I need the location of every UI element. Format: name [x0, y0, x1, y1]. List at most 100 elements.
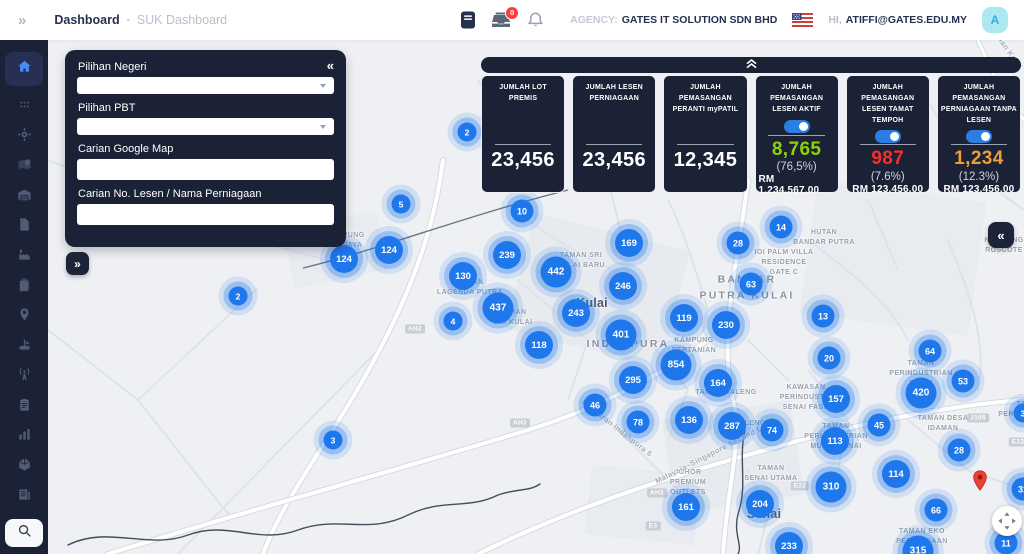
- stat-card-title: JUMLAH LOT PREMIS: [485, 83, 561, 105]
- filter-input-2[interactable]: [77, 159, 334, 180]
- avatar[interactable]: A: [982, 7, 1008, 33]
- search-icon: [17, 523, 32, 543]
- inbox-icon[interactable]: 0: [491, 12, 511, 29]
- sidebar-search-button[interactable]: [5, 519, 43, 547]
- map-cluster[interactable]: 46: [584, 394, 607, 417]
- sidebar-item-file[interactable]: [5, 212, 43, 242]
- left-sidebar: [0, 40, 48, 554]
- map-cluster[interactable]: 204: [746, 490, 774, 518]
- map-cluster[interactable]: 4: [444, 312, 463, 331]
- sidebar-item-grid-dots[interactable]: [5, 92, 43, 122]
- map-cluster[interactable]: 63: [740, 273, 763, 296]
- map-cluster[interactable]: 66: [925, 499, 948, 522]
- sidebar-item-map-pin[interactable]: [5, 302, 43, 332]
- map-cluster[interactable]: 3: [324, 431, 343, 450]
- sidebar-item-industry[interactable]: [5, 242, 43, 272]
- sidebar-expand-icon[interactable]: »: [18, 12, 24, 29]
- filter-expand-button[interactable]: »: [66, 252, 89, 275]
- sidebar-item-ship[interactable]: [5, 332, 43, 362]
- filter-select-1[interactable]: [77, 118, 334, 135]
- map-cluster[interactable]: 442: [541, 257, 572, 288]
- stat-card-value: 23,456: [491, 149, 555, 171]
- sidebar-item-file-copy[interactable]: [5, 272, 43, 302]
- map-cluster[interactable]: 64: [919, 340, 942, 363]
- stat-card-value: 987: [871, 149, 904, 170]
- map-cluster[interactable]: 124: [375, 236, 403, 264]
- map-cluster[interactable]: 169: [615, 229, 643, 257]
- stat-card-percent: (12.3%): [959, 171, 999, 183]
- map-cluster[interactable]: 230: [712, 311, 740, 339]
- stats-panel-collapse-button[interactable]: «: [988, 222, 1014, 248]
- toggle-switch[interactable]: [875, 130, 901, 143]
- map-cluster[interactable]: 28: [948, 439, 971, 462]
- stat-card-title: JUMLAH PEMASANGAN LESEN TAMAT TEMPOH: [850, 83, 926, 126]
- map-cluster[interactable]: 161: [672, 493, 700, 521]
- bell-icon[interactable]: [526, 11, 545, 30]
- stat-card-top: JUMLAH PEMASANGAN PERNIAGAAN TANPA LESEN: [941, 83, 1017, 142]
- chevrons-left-icon[interactable]: «: [327, 59, 334, 72]
- map-cluster[interactable]: 287: [718, 412, 746, 440]
- sidebar-item-antenna[interactable]: [5, 362, 43, 392]
- toggle-switch[interactable]: [966, 130, 992, 143]
- map-cluster[interactable]: 45: [868, 414, 891, 437]
- sidebar-item-warehouse[interactable]: [5, 182, 43, 212]
- map-cluster[interactable]: 28: [727, 232, 750, 255]
- map-cluster[interactable]: 114: [882, 460, 910, 488]
- map-cluster[interactable]: 130: [449, 262, 477, 290]
- clipboard-icon: [17, 397, 32, 417]
- filter-field-label: Carian Google Map: [78, 143, 333, 155]
- warehouse-icon: [17, 187, 32, 207]
- map-cluster[interactable]: 53: [952, 370, 975, 393]
- map-cluster[interactable]: 20: [818, 347, 841, 370]
- map-cluster[interactable]: 420: [906, 378, 937, 409]
- map-cluster[interactable]: 239: [493, 241, 521, 269]
- map-cluster[interactable]: 136: [675, 406, 703, 434]
- map-cluster[interactable]: 5: [392, 195, 411, 214]
- map-cluster[interactable]: 124: [330, 245, 358, 273]
- map-cluster[interactable]: 157: [822, 385, 850, 413]
- sidebar-item-home[interactable]: [5, 52, 43, 86]
- map-cluster[interactable]: 310: [816, 472, 847, 503]
- map-cluster[interactable]: 113: [821, 427, 849, 455]
- map-cluster[interactable]: 13: [812, 305, 835, 328]
- sidebar-item-bar-chart[interactable]: [5, 422, 43, 452]
- map-cluster[interactable]: 401: [606, 320, 637, 351]
- map-cluster[interactable]: 854: [661, 350, 692, 381]
- sidebar-item-clipboard[interactable]: [5, 392, 43, 422]
- sidebar-item-news[interactable]: [5, 482, 43, 512]
- filter-select-0[interactable]: [77, 77, 334, 94]
- sidebar-item-cube[interactable]: [5, 452, 43, 482]
- stat-card-2: JUMLAH PEMASANGAN PERANTI myPATIL12,345: [663, 75, 747, 193]
- divider: [951, 144, 1007, 145]
- map-cluster[interactable]: 14: [770, 216, 793, 239]
- map-cluster[interactable]: 243: [562, 299, 590, 327]
- stat-card-value: 12,345: [674, 149, 738, 171]
- location-pin-icon[interactable]: [973, 470, 988, 496]
- map-cluster[interactable]: 295: [619, 366, 647, 394]
- us-flag-icon[interactable]: [792, 13, 813, 27]
- map-cluster[interactable]: 2: [229, 287, 248, 306]
- map-cluster[interactable]: 2: [458, 123, 477, 142]
- breadcrumb: Dashboard • SUK Dashboard: [54, 13, 227, 27]
- divider: [586, 144, 642, 145]
- map-cluster[interactable]: 119: [670, 304, 698, 332]
- map-cluster[interactable]: 233: [775, 532, 803, 554]
- map-cluster[interactable]: 164: [704, 369, 732, 397]
- map-cluster[interactable]: 437: [483, 293, 514, 324]
- grid-dots-icon: [17, 97, 32, 117]
- map-cluster[interactable]: 118: [525, 331, 553, 359]
- map-cluster[interactable]: 74: [761, 419, 784, 442]
- map-cluster[interactable]: 246: [609, 272, 637, 300]
- user-email: ATIFFI@GATES.EDU.MY: [846, 14, 967, 26]
- pan-control[interactable]: [992, 506, 1022, 536]
- map-cluster[interactable]: 78: [627, 411, 650, 434]
- book-icon[interactable]: [460, 11, 476, 29]
- map-cluster[interactable]: 10: [511, 200, 534, 223]
- toggle-switch[interactable]: [784, 120, 810, 133]
- sidebar-item-map-route[interactable]: [5, 152, 43, 182]
- sidebar-item-gear[interactable]: [5, 122, 43, 152]
- breadcrumb-dashboard[interactable]: Dashboard: [54, 13, 119, 27]
- filter-input-3[interactable]: [77, 204, 334, 225]
- stats-collapse-bar[interactable]: [481, 57, 1021, 73]
- map-canvas[interactable]: « Pilihan NegeriPilihan PBTCarian Google…: [48, 40, 1024, 554]
